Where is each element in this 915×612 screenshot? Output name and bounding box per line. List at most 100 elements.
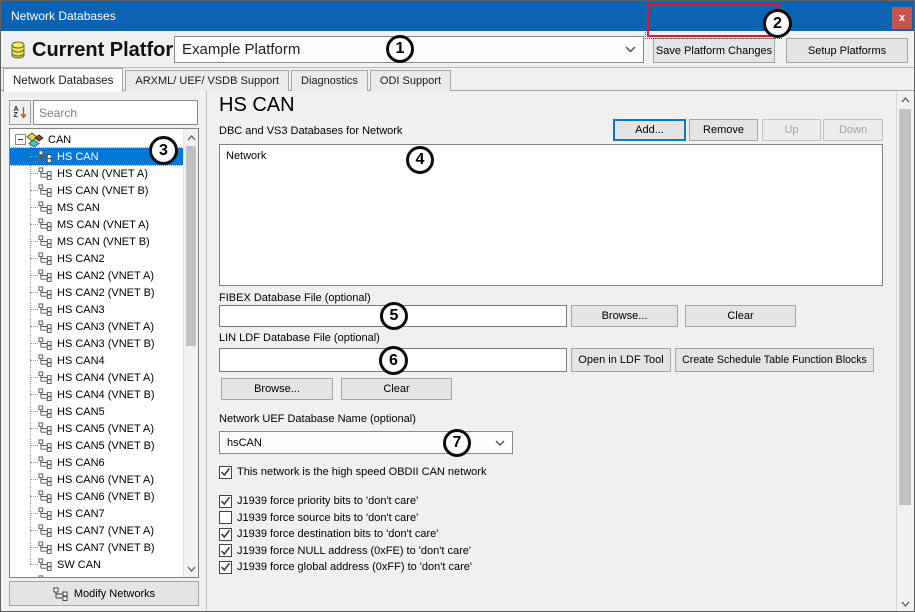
- obd-checkbox-group: This network is the high speed OBDII CAN…: [219, 465, 486, 482]
- tree-item-hs-can3[interactable]: HS CAN3: [10, 301, 183, 318]
- tree-item-hs-can4-vnet-b[interactable]: HS CAN4 (VNET B): [10, 386, 183, 403]
- uef-database-name-label: Network UEF Database Name (optional): [219, 413, 416, 425]
- az-sort-icon: AZ: [13, 107, 18, 119]
- network-node-icon: [38, 575, 53, 578]
- j1939-checkbox-source-bits[interactable]: J1939 force source bits to 'don't care': [219, 511, 472, 525]
- tree-item-ms-can-vnet-a[interactable]: MS CAN (VNET A): [10, 216, 183, 233]
- tree-item-label: HS CAN3 (VNET A): [57, 321, 154, 333]
- check-icon: [220, 496, 231, 506]
- tree-item-hs-can7-vnet-a[interactable]: HS CAN7 (VNET A): [10, 522, 183, 539]
- tree-item-sw-can[interactable]: SW CAN: [10, 556, 183, 573]
- annotation-circle-3: 3: [149, 136, 178, 165]
- tree-item-ms-can-vnet-b[interactable]: MS CAN (VNET B): [10, 233, 183, 250]
- network-node-icon: [38, 286, 53, 299]
- tree-item-hs-can2-vnet-a[interactable]: HS CAN2 (VNET A): [10, 267, 183, 284]
- tree-item-hs-can6-vnet-b[interactable]: HS CAN6 (VNET B): [10, 488, 183, 505]
- j1939-checkbox-priority-bits[interactable]: J1939 force priority bits to 'don't care…: [219, 494, 472, 508]
- close-button[interactable]: x: [892, 7, 912, 29]
- tree-item-hs-can4-vnet-a[interactable]: HS CAN4 (VNET A): [10, 369, 183, 386]
- scroll-down-icon[interactable]: [184, 560, 198, 577]
- open-in-ldf-tool-button[interactable]: Open in LDF Tool: [571, 348, 671, 372]
- remove-button[interactable]: Remove: [689, 119, 758, 141]
- annotation-circle-7: 7: [443, 429, 471, 457]
- tree-item-hs-can6-vnet-a[interactable]: HS CAN6 (VNET A): [10, 471, 183, 488]
- add-button[interactable]: Add...: [613, 119, 686, 141]
- search-input[interactable]: [33, 100, 198, 125]
- tree-item-label: HS CAN4 (VNET A): [57, 372, 154, 384]
- down-button[interactable]: Down: [823, 119, 883, 141]
- tab-network-databases[interactable]: Network Databases: [3, 68, 123, 92]
- checkbox-checked[interactable]: [219, 528, 232, 541]
- window-title: Network Databases: [11, 9, 116, 23]
- obdii-network-checkbox[interactable]: This network is the high speed OBDII CAN…: [219, 465, 486, 479]
- ldf-clear-button[interactable]: Clear: [341, 378, 452, 400]
- save-platform-changes-button[interactable]: Save Platform Changes: [653, 38, 775, 63]
- setup-platforms-button[interactable]: Setup Platforms: [786, 38, 908, 63]
- checkbox-checked[interactable]: [219, 495, 232, 508]
- network-node-icon: [38, 235, 53, 248]
- tree-connector: [30, 343, 38, 344]
- tree-connector: [30, 292, 38, 293]
- main-scrollbar[interactable]: [896, 91, 913, 612]
- fibex-browse-button[interactable]: Browse...: [571, 305, 678, 327]
- tree-connector: [30, 428, 38, 429]
- sort-alphabetical-button[interactable]: AZ: [9, 100, 31, 125]
- fibex-clear-button[interactable]: Clear: [685, 305, 796, 327]
- network-node-icon: [38, 558, 53, 571]
- tab-arxml-uef-vsdb-support[interactable]: ARXML/ UEF/ VSDB Support: [125, 70, 289, 91]
- database-list[interactable]: Network: [219, 144, 883, 286]
- chevron-down-icon: [625, 46, 636, 53]
- tree-item-hs-can3-vnet-a[interactable]: HS CAN3 (VNET A): [10, 318, 183, 335]
- tree-item-label: HS CAN5: [57, 406, 105, 418]
- tree-item-hs-can5-vnet-a[interactable]: HS CAN5 (VNET A): [10, 420, 183, 437]
- j1939-checkbox-destination-bits[interactable]: J1939 force destination bits to 'don't c…: [219, 527, 472, 541]
- checkbox-unchecked[interactable]: [219, 511, 232, 524]
- tree-item-label: HS CAN5 (VNET A): [57, 423, 154, 435]
- modify-networks-button[interactable]: Modify Networks: [9, 581, 199, 606]
- tree-item-hs-can7-vnet-b[interactable]: HS CAN7 (VNET B): [10, 539, 183, 556]
- tab-strip: Network Databases ARXML/ UEF/ VSDB Suppo…: [1, 68, 914, 91]
- tree-scrollbar-thumb[interactable]: [186, 146, 196, 346]
- network-node-icon: [38, 388, 53, 401]
- network-node-icon: [38, 269, 53, 282]
- j1939-checkbox-global-address[interactable]: J1939 force global address (0xFF) to 'do…: [219, 560, 472, 574]
- tree-item-hs-can2-vnet-b[interactable]: HS CAN2 (VNET B): [10, 284, 183, 301]
- up-button[interactable]: Up: [762, 119, 821, 141]
- network-column-header: Network: [226, 150, 266, 162]
- tree-item-hs-can4[interactable]: HS CAN4: [10, 352, 183, 369]
- checkbox-checked[interactable]: [219, 544, 232, 557]
- collapse-icon[interactable]: [15, 134, 26, 145]
- tree-item-hs-can5-vnet-b[interactable]: HS CAN5 (VNET B): [10, 437, 183, 454]
- tree-item-hs-can6[interactable]: HS CAN6: [10, 454, 183, 471]
- tree-connector: [30, 547, 38, 548]
- j1939-checkbox-null-address[interactable]: J1939 force NULL address (0xFE) to 'don'…: [219, 544, 472, 558]
- scroll-down-icon[interactable]: [897, 595, 913, 612]
- current-platform-label: Current Platform: [32, 39, 191, 62]
- tree-item-label: HS CAN3 (VNET B): [57, 338, 155, 350]
- tree-item-hs-can3-vnet-b[interactable]: HS CAN3 (VNET B): [10, 335, 183, 352]
- network-node-icon: [38, 354, 53, 367]
- main-scrollbar-thumb[interactable]: [899, 109, 911, 505]
- tab-odi-support[interactable]: ODI Support: [370, 70, 451, 91]
- checkbox-checked[interactable]: [219, 466, 232, 479]
- checkbox-checked[interactable]: [219, 561, 232, 574]
- network-node-icon: [38, 405, 53, 418]
- tree-item-hs-can-vnet-a[interactable]: HS CAN (VNET A): [10, 165, 183, 182]
- tree-scrollbar[interactable]: [183, 129, 198, 577]
- tree-item-hs-can5[interactable]: HS CAN5: [10, 403, 183, 420]
- tree-connector: [30, 258, 38, 259]
- tree-connector: [30, 275, 38, 276]
- create-schedule-table-button[interactable]: Create Schedule Table Function Blocks: [675, 348, 874, 372]
- ldf-browse-button[interactable]: Browse...: [221, 378, 333, 400]
- tree-item-partial: [10, 573, 183, 578]
- scroll-up-icon[interactable]: [184, 129, 198, 146]
- tree-item-label: SW CAN: [57, 559, 101, 571]
- tree-item-hs-can-vnet-b[interactable]: HS CAN (VNET B): [10, 182, 183, 199]
- tree-connector: [30, 445, 38, 446]
- tree-item-ms-can[interactable]: MS CAN: [10, 199, 183, 216]
- tree-item-label: HS CAN7 (VNET A): [57, 525, 154, 537]
- tab-diagnostics[interactable]: Diagnostics: [291, 70, 368, 91]
- scroll-up-icon[interactable]: [897, 91, 913, 108]
- tree-item-hs-can7[interactable]: HS CAN7: [10, 505, 183, 522]
- tree-item-hs-can2[interactable]: HS CAN2: [10, 250, 183, 267]
